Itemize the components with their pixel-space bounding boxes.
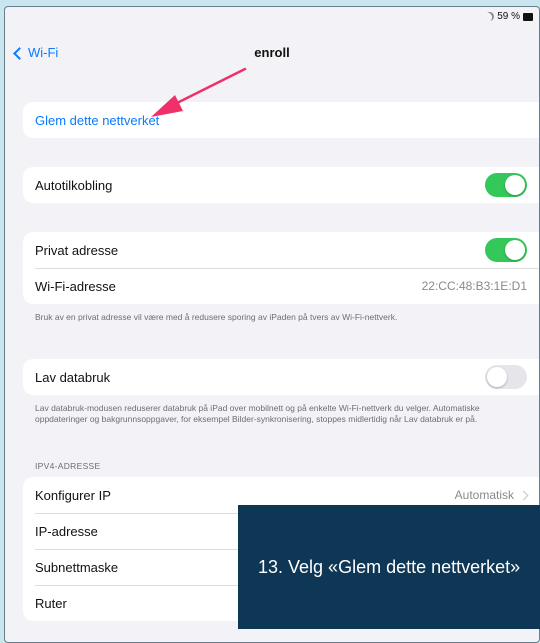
wifi-address-value: 22:CC:48:B3:1E:D1: [421, 279, 527, 293]
low-data-footnote: Lav databruk-modusen reduserer databruk …: [35, 403, 480, 424]
private-address-group: Privat adresse Wi-Fi-adresse 22:CC:48:B3…: [23, 232, 539, 304]
private-address-toggle[interactable]: [485, 238, 527, 262]
ipv4-section-header: IPV4-ADRESSE: [35, 461, 101, 471]
caption-banner: 13. Velg «Glem dette nettverket»: [238, 505, 540, 629]
low-data-toggle[interactable]: [485, 365, 527, 389]
chevron-right-icon: [518, 490, 529, 501]
annotation-arrow-icon: [151, 67, 247, 117]
low-data-label: Lav databruk: [35, 369, 111, 385]
router-label: Ruter: [35, 595, 67, 611]
battery-percentage: 59 %: [497, 11, 520, 22]
subnet-mask-label: Subnettmaske: [35, 559, 119, 575]
private-address-label: Privat adresse: [35, 242, 119, 258]
low-data-group: Lav databruk: [23, 359, 539, 395]
forget-network-group: Glem dette nettverket: [23, 102, 539, 138]
navigation-bar: Wi-Fi enroll: [5, 41, 539, 67]
page-title: enroll: [254, 45, 290, 60]
moon-icon: [484, 11, 496, 23]
configure-ip-value-text: Automatisk: [454, 488, 514, 502]
battery-icon: [523, 12, 533, 21]
toggle-knob: [487, 367, 507, 387]
wifi-address-label: Wi-Fi-adresse: [35, 278, 116, 294]
private-address-footnote: Bruk av en privat adresse vil være med å…: [35, 312, 398, 322]
auto-join-toggle[interactable]: [485, 173, 527, 197]
status-bar: 59 %: [5, 7, 539, 31]
auto-join-row: Autotilkobling: [23, 167, 539, 203]
forget-network-label: Glem dette nettverket: [35, 112, 160, 128]
caption-text: 13. Velg «Glem dette nettverket»: [258, 556, 521, 577]
private-address-row: Privat adresse: [23, 232, 539, 268]
configure-ip-label: Konfigurer IP: [35, 487, 111, 503]
low-data-row: Lav databruk: [23, 359, 539, 395]
forget-network-button[interactable]: Glem dette nettverket: [23, 102, 539, 138]
ip-address-label: IP-adresse: [35, 523, 98, 539]
toggle-knob: [505, 175, 525, 195]
auto-join-group: Autotilkobling: [23, 167, 539, 203]
status-indicators: 59 %: [485, 11, 533, 22]
auto-join-label: Autotilkobling: [35, 177, 113, 193]
configure-ip-value: Automatisk: [454, 488, 529, 502]
toggle-knob: [505, 240, 525, 260]
wifi-address-row: Wi-Fi-adresse 22:CC:48:B3:1E:D1: [23, 268, 539, 304]
